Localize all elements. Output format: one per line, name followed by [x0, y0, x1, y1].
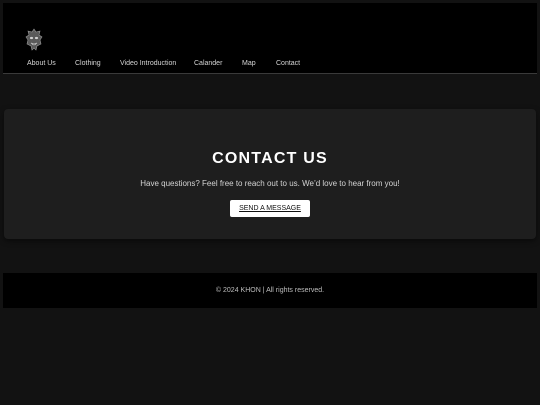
nav-about-us[interactable]: About Us: [27, 59, 56, 68]
nav-contact[interactable]: Contact: [276, 59, 300, 68]
demon-mask-logo-icon[interactable]: [24, 28, 44, 52]
contact-title: CONTACT US: [212, 150, 328, 167]
nav-video-introduction[interactable]: Video Introduction: [120, 59, 176, 68]
nav-calander[interactable]: Calander: [194, 59, 222, 68]
nav-clothing[interactable]: Clothing: [75, 59, 101, 68]
send-message-button[interactable]: SEND A MESSAGE: [230, 200, 310, 217]
site-header: About Us Clothing Video Introduction Cal…: [3, 3, 537, 74]
site-footer: © 2024 KHON | All rights reserved.: [3, 273, 537, 308]
contact-section: CONTACT US Have questions? Feel free to …: [4, 109, 536, 239]
contact-description: Have questions? Feel free to reach out t…: [140, 179, 400, 188]
main-nav: About Us Clothing Video Introduction Cal…: [3, 59, 537, 71]
footer-copyright: © 2024 KHON | All rights reserved.: [215, 287, 325, 294]
nav-map[interactable]: Map: [242, 59, 256, 68]
